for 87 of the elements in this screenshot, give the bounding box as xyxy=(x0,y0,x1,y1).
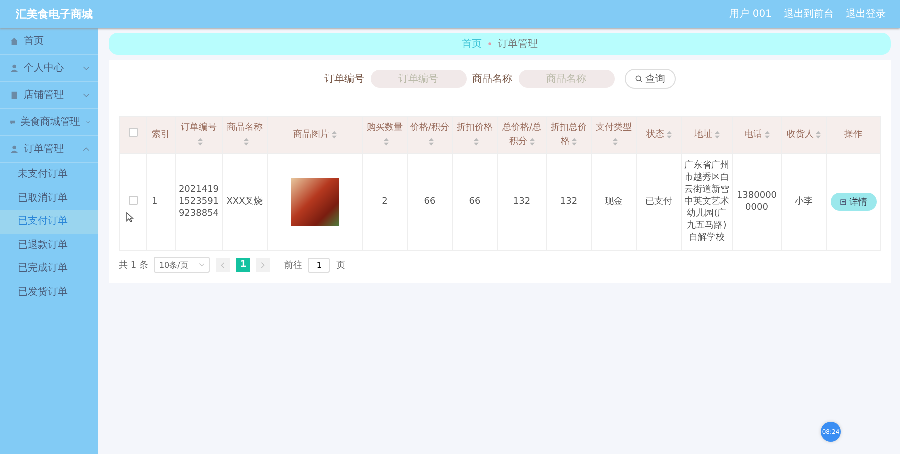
next-page-button[interactable] xyxy=(256,258,270,272)
select-all-checkbox[interactable] xyxy=(128,128,138,137)
sort-icon[interactable] xyxy=(244,138,248,146)
row-checkbox[interactable] xyxy=(128,196,138,204)
table-cell: 现金 xyxy=(605,197,623,207)
column-header[interactable]: 购买数量 xyxy=(362,116,408,154)
sort-icon[interactable] xyxy=(816,130,821,139)
sort-icon[interactable] xyxy=(572,138,577,146)
table-cell: 202141915235919238854 xyxy=(178,185,220,219)
chevron-left-icon xyxy=(221,262,226,268)
sort-icon[interactable] xyxy=(764,130,770,139)
page-size-select[interactable]: 10条/页 xyxy=(154,257,210,273)
page-number[interactable]: 1 xyxy=(236,258,250,272)
sort-icon[interactable] xyxy=(530,138,534,146)
page-suffix: 页 xyxy=(336,260,346,272)
column-header[interactable]: 收货人 xyxy=(782,116,826,154)
sort-icon[interactable] xyxy=(428,138,434,146)
page-input[interactable]: 1 xyxy=(308,258,330,272)
column-header[interactable]: 电话 xyxy=(732,116,782,154)
sort-icon[interactable] xyxy=(474,138,478,146)
sidebar-item[interactable]: 首页 xyxy=(0,28,98,55)
table-cell: XXX叉烧 xyxy=(226,197,264,207)
sidebar-item[interactable]: 美食商城管理 xyxy=(0,109,98,136)
column-header[interactable]: 总价格/总积分 xyxy=(498,116,546,154)
previous-page-button[interactable] xyxy=(216,258,230,272)
table-cell: 广东省广州市越秀区白云街道新雪中英文艺术幼儿园(广九五马路)自解学校 xyxy=(684,161,730,243)
sidebar-subitem[interactable]: 已支付订单 xyxy=(0,210,98,234)
menu-item-icon xyxy=(10,64,19,72)
menu-item-icon xyxy=(10,144,19,154)
detail-button[interactable]: 详情 xyxy=(830,193,876,211)
table-cell: 已支付 xyxy=(646,197,672,207)
table-cell: 2 xyxy=(382,197,388,207)
sidebar-item[interactable]: 个人中心 xyxy=(0,55,98,82)
sidebar-subitem[interactable]: 已发货订单 xyxy=(0,280,98,304)
sort-icon[interactable] xyxy=(332,130,336,139)
cursor-icon xyxy=(126,212,134,223)
search-icon xyxy=(634,75,642,83)
table-cell: 13800000000 xyxy=(736,191,778,213)
sidebar-subitem[interactable]: 已完成订单 xyxy=(0,257,98,280)
sort-icon[interactable] xyxy=(714,130,720,139)
column-header[interactable]: 支付类型 xyxy=(592,116,636,154)
table-cell: 小李 xyxy=(795,197,813,207)
menu-item-icon xyxy=(10,36,19,46)
sidebar-subitem[interactable]: 未支付订单 xyxy=(0,163,98,186)
sidebar-subitem[interactable]: 已退款订单 xyxy=(0,234,98,257)
breadcrumb-link[interactable]: 订单管理 xyxy=(498,37,538,51)
caret-icon xyxy=(199,263,206,267)
sidebar-item[interactable]: 订单管理 xyxy=(0,136,98,163)
chevron-icon xyxy=(83,66,90,70)
column-header[interactable]: 折扣价格 xyxy=(452,116,498,154)
search-field[interactable]: 商品名称 xyxy=(518,70,614,88)
sort-icon[interactable] xyxy=(612,138,618,146)
separator-icon xyxy=(488,42,492,46)
sidebar-item[interactable]: 店铺管理 xyxy=(0,82,98,109)
document-icon xyxy=(840,198,846,206)
field-label: 商品名称 xyxy=(472,72,512,86)
table-cell: 66 xyxy=(424,197,436,207)
column-header[interactable]: 折扣总价格 xyxy=(546,116,592,154)
column-header[interactable]: 地址 xyxy=(682,116,732,154)
chevron-icon xyxy=(83,92,90,98)
search-field[interactable]: 订单编号 xyxy=(370,70,466,88)
column-header[interactable]: 商品图片 xyxy=(268,116,362,154)
food-photo-placeholder xyxy=(291,178,339,226)
column-header[interactable]: 状态 xyxy=(636,116,682,154)
sidebar-subitem[interactable]: 已取消订单 xyxy=(0,186,98,210)
table-cell: 132 xyxy=(513,197,531,207)
search-button[interactable]: 查询 xyxy=(624,69,676,89)
user-name: 用户 001 xyxy=(730,8,772,21)
chevron-right-icon xyxy=(261,262,266,268)
table-cell: 1 xyxy=(152,197,158,207)
column-header[interactable]: 价格/积分 xyxy=(408,116,452,154)
goto-label: 前往 xyxy=(284,260,302,272)
column-header[interactable]: 商品名称 xyxy=(222,116,268,154)
sort-icon[interactable] xyxy=(198,138,202,146)
chevron-icon xyxy=(86,120,90,124)
site-title: 汇美食电子商城 xyxy=(16,6,93,22)
column-header[interactable]: 操作 xyxy=(826,116,880,154)
table-cell: 132 xyxy=(560,197,578,207)
total-count: 共 1 条 xyxy=(119,260,148,272)
menu-item-icon xyxy=(10,90,19,100)
field-label: 订单编号 xyxy=(324,72,364,86)
column-header[interactable]: 索引 xyxy=(146,116,176,154)
sort-icon[interactable] xyxy=(666,130,672,139)
table-cell: 66 xyxy=(469,197,481,207)
chevron-icon xyxy=(83,146,90,152)
column-header[interactable]: 订单编号 xyxy=(176,116,222,154)
sort-icon[interactable] xyxy=(384,138,388,146)
